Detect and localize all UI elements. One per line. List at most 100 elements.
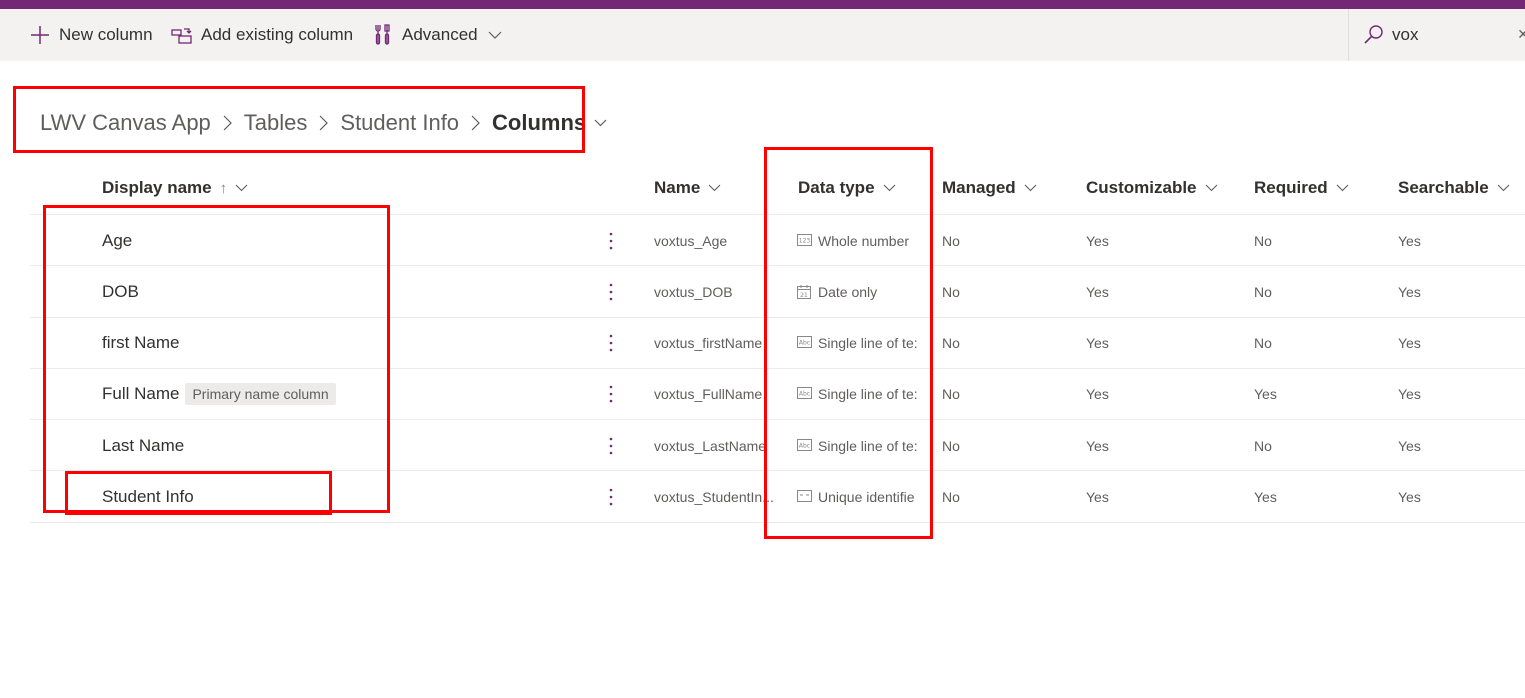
column-header-required[interactable]: Required [1254, 178, 1349, 198]
svg-text:Abc: Abc [799, 442, 810, 449]
primary-name-badge: Primary name column [185, 383, 336, 406]
data-type-label: Date only [818, 283, 878, 300]
table-row[interactable]: Age voxtus_Age 123 Whole number No Yes N… [30, 215, 1525, 267]
add-existing-column-label: Add existing column [201, 25, 354, 44]
customizable-cell: Yes [1086, 437, 1109, 454]
app-brand-bar [0, 0, 1525, 9]
data-type-cell: Abc Single line of te: [797, 369, 919, 420]
grid-body: Age voxtus_Age 123 Whole number No Yes N… [30, 215, 1525, 523]
chevron-right-icon [223, 115, 232, 131]
chevron-down-icon [1497, 184, 1510, 192]
more-vertical-icon [609, 488, 613, 506]
table-row[interactable]: Full Name Primary name column voxtus_Ful… [30, 369, 1525, 421]
customizable-cell: Yes [1086, 386, 1109, 403]
chevron-right-icon [471, 115, 480, 131]
chevron-down-icon [708, 184, 721, 192]
display-name[interactable]: Student Info [102, 487, 194, 507]
more-vertical-icon [609, 232, 613, 249]
new-column-button[interactable]: New column [29, 9, 153, 61]
more-options-button[interactable] [605, 318, 617, 369]
column-header-label: Data type [798, 178, 875, 197]
more-options-button[interactable] [605, 369, 617, 420]
display-name-cell[interactable]: Age [102, 215, 132, 266]
more-vertical-icon [609, 437, 613, 454]
chevron-down-icon [1336, 184, 1349, 192]
svg-text:Abc: Abc [799, 340, 810, 347]
column-header-display-name[interactable]: Display name ↑ [102, 178, 248, 198]
column-header-label: Required [1254, 178, 1328, 197]
searchable-cell: Yes [1398, 437, 1421, 454]
display-name-cell[interactable]: Last Name [102, 420, 184, 471]
advanced-label: Advanced [402, 25, 478, 44]
svg-text:Abc: Abc [799, 391, 810, 398]
display-name-cell[interactable]: first Name [102, 318, 179, 369]
logical-name-cell: voxtus_LastName [654, 437, 767, 454]
display-name-cell[interactable]: DOB [102, 266, 139, 317]
more-options-button[interactable] [605, 471, 617, 522]
add-existing-column-button[interactable]: Add existing column [171, 9, 353, 61]
data-type-label: Single line of te: [818, 437, 918, 454]
advanced-menu-button[interactable]: Advanced [372, 9, 502, 61]
display-name[interactable]: Last Name [102, 436, 184, 456]
required-cell: No [1254, 283, 1272, 300]
logical-name-cell: voxtus_DOB [654, 283, 733, 300]
managed-cell: No [942, 437, 960, 454]
display-name[interactable]: Age [102, 231, 132, 251]
display-name[interactable]: Full Name [102, 384, 179, 404]
more-options-button[interactable] [605, 420, 617, 471]
data-type-label: Whole number [818, 232, 910, 249]
table-row[interactable]: first Name voxtus_firstName Abc Single l… [30, 318, 1525, 369]
more-options-button[interactable] [605, 215, 617, 266]
text-icon: Abc [797, 438, 813, 453]
search-input[interactable] [1392, 25, 1502, 45]
display-name-cell[interactable]: Student Info [102, 471, 194, 522]
column-header-name[interactable]: Name [654, 178, 721, 198]
breadcrumb-item-table[interactable]: Student Info [340, 110, 459, 136]
unique-id-icon [797, 489, 813, 504]
svg-text:123: 123 [799, 237, 811, 244]
data-type-cell: Unique identifie [797, 471, 919, 522]
more-vertical-icon [609, 334, 613, 352]
customizable-cell: Yes [1086, 283, 1109, 300]
breadcrumb: LWV Canvas App Tables Student Info Colum… [40, 106, 607, 140]
table-row[interactable]: Last Name voxtus_LastName Abc Single lin… [30, 420, 1525, 472]
display-name-cell[interactable]: Full Name Primary name column [102, 369, 336, 420]
search-box: ✕ [1348, 9, 1525, 61]
data-type-label: Unique identifie [818, 488, 915, 505]
command-bar: New column Add existing column Advanced [0, 9, 1525, 61]
sort-ascending-icon: ↑ [219, 179, 228, 197]
column-header-data-type[interactable]: Data type [798, 178, 896, 198]
chevron-down-icon[interactable] [594, 119, 607, 127]
more-options-button[interactable] [605, 266, 617, 317]
table-row[interactable]: DOB voxtus_DOB 21 Date only No Yes No Ye… [30, 266, 1525, 318]
display-name[interactable]: DOB [102, 282, 139, 302]
managed-cell: No [942, 386, 960, 403]
more-vertical-icon [609, 386, 613, 403]
searchable-cell: Yes [1398, 283, 1421, 300]
column-header-label: Searchable [1398, 178, 1489, 197]
breadcrumb-item-tables[interactable]: Tables [244, 110, 308, 136]
data-type-cell: Abc Single line of te: [797, 318, 919, 369]
breadcrumb-current[interactable]: Columns [492, 110, 586, 136]
column-header-searchable[interactable]: Searchable [1398, 178, 1510, 198]
customizable-cell: Yes [1086, 335, 1109, 352]
text-icon: Abc [797, 387, 813, 401]
column-header-managed[interactable]: Managed [942, 178, 1037, 198]
logical-name-cell: voxtus_Age [654, 232, 728, 249]
calendar-icon: 21 [797, 284, 813, 299]
text-icon: Abc [797, 336, 813, 350]
svg-text:21: 21 [800, 292, 808, 299]
new-column-label: New column [59, 25, 153, 44]
column-header-customizable[interactable]: Customizable [1086, 178, 1218, 198]
required-cell: No [1254, 335, 1272, 352]
chevron-down-icon [235, 184, 248, 192]
required-cell: No [1254, 437, 1272, 454]
clear-search-icon[interactable]: ✕ [1517, 26, 1525, 43]
table-row[interactable]: Student Info voxtus_StudentIn... Unique … [30, 471, 1525, 523]
display-name[interactable]: first Name [102, 333, 179, 353]
column-header-label: Customizable [1086, 178, 1197, 197]
search-icon [1363, 24, 1385, 46]
breadcrumb-item-app[interactable]: LWV Canvas App [40, 110, 211, 136]
data-type-cell: Abc Single line of te: [797, 420, 919, 471]
data-type-label: Single line of te: [818, 335, 918, 352]
